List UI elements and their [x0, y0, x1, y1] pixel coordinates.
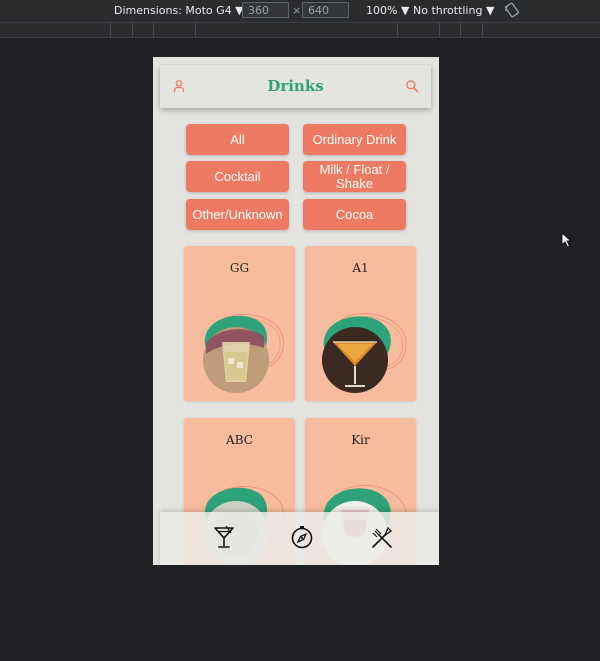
zoom-selector[interactable]: 100% ▼ — [366, 4, 409, 17]
utensils-icon[interactable] — [369, 524, 395, 550]
device-width-input[interactable]: 360 — [242, 2, 289, 18]
drink-card[interactable]: A1 — [305, 246, 416, 401]
category-button-ordinary-drink[interactable]: Ordinary Drink — [303, 124, 406, 155]
category-button-cocktail[interactable]: Cocktail — [186, 161, 289, 192]
drink-name: ABC — [226, 433, 253, 447]
cocktail-icon[interactable] — [211, 524, 237, 550]
device-viewport: Drinks All Ordinary Drink Cocktail Milk … — [153, 57, 439, 565]
drink-image — [203, 314, 284, 393]
drink-name: A1 — [352, 261, 369, 275]
dimension-separator: × — [292, 4, 302, 17]
media-query-ruler — [0, 23, 600, 38]
mouse-cursor-icon — [561, 232, 572, 248]
category-button-milk-float-shake[interactable]: Milk / Float / Shake — [303, 161, 406, 192]
device-height-input[interactable]: 640 — [302, 2, 349, 18]
category-button-cocoa[interactable]: Cocoa — [303, 199, 406, 230]
rotate-icon[interactable] — [504, 2, 520, 18]
drink-name: Kir — [351, 433, 370, 447]
compass-icon[interactable] — [289, 524, 315, 550]
app-header: Drinks — [160, 65, 431, 108]
search-icon[interactable] — [405, 79, 419, 93]
bottom-nav-bar — [160, 512, 439, 565]
category-button-other-unknown[interactable]: Other/Unknown — [186, 199, 289, 230]
category-button-all[interactable]: All — [186, 124, 289, 155]
drink-name: GG — [229, 261, 250, 275]
page-title: Drinks — [267, 77, 324, 95]
throttling-selector[interactable]: No throttling ▼ — [413, 4, 494, 17]
devtools-device-toolbar: Dimensions: Moto G4 ▼ 360 × 640 100% ▼ N… — [0, 0, 600, 23]
drink-card[interactable]: GG — [184, 246, 295, 401]
device-selector[interactable]: Dimensions: Moto G4 ▼ — [114, 4, 244, 17]
drink-image — [322, 312, 407, 393]
